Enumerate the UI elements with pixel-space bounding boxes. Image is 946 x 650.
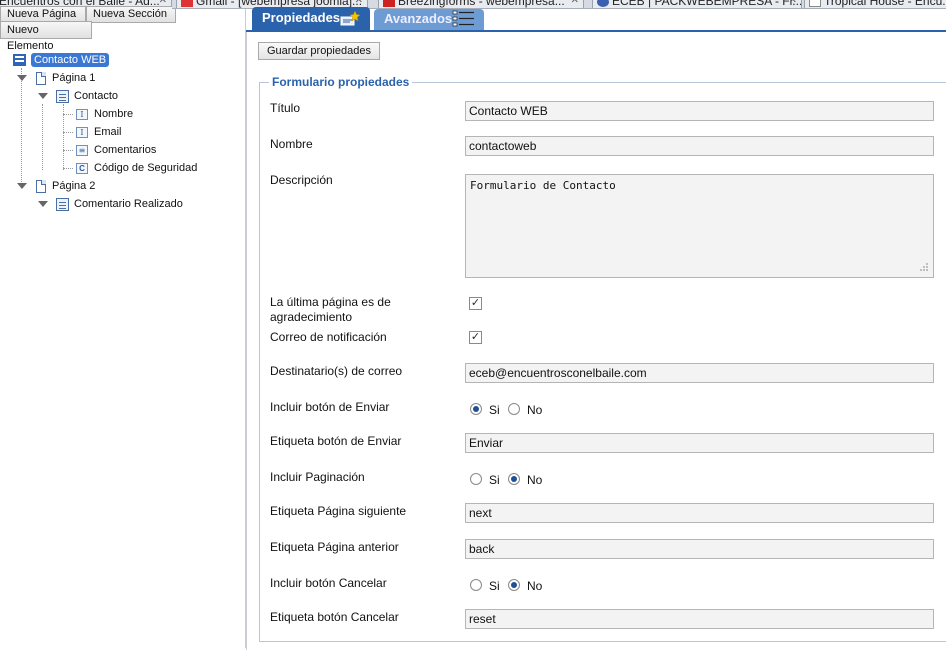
advanced-list-icon [452,10,474,27]
tree-node-label: Nombre [94,108,134,120]
recipients-label: Destinatario(s) de correo [270,364,403,378]
collapse-arrow-icon[interactable] [17,183,27,189]
tree-connector [63,168,73,169]
cancel-label-input[interactable] [465,609,934,629]
next-label-label: Etiqueta Página siguiente [270,504,407,518]
textarea-field-icon: ≡ [76,144,88,156]
gmail-icon [181,0,193,7]
tree-connector [21,68,22,188]
last-page-thanks-checkbox[interactable]: ✓ [469,297,482,310]
collapse-arrow-icon[interactable] [38,201,48,207]
notify-email-checkbox[interactable]: ✓ [469,331,482,344]
tree-connector [42,104,43,170]
description-label: Descripción [270,173,333,187]
include-cancel-label: Incluir botón Cancelar [270,576,387,590]
include-pagination-label: Incluir Paginación [270,470,365,484]
radio-si-label: Si [489,579,500,593]
send-label-label: Etiqueta botón de Enviar [270,434,402,448]
page-icon [809,0,821,7]
title-input[interactable] [465,101,934,121]
next-label-input[interactable] [465,503,934,523]
properties-panel: Guardar propiedades Formulario propiedad… [246,30,946,650]
site-icon [597,0,609,7]
section-icon [56,197,69,211]
tree-node-label: Contacto WEB [31,53,110,67]
tree-node-label: Página 1 [52,72,96,84]
name-label: Nombre [270,137,313,151]
tree-node-field[interactable]: I Nombre [76,105,133,123]
fieldset-legend: Formulario propiedades [269,75,413,89]
radio-si-label: Si [489,403,500,417]
browser-tab-label: Breezingforms - webempresa... [398,0,565,8]
description-textarea[interactable]: Formulario de Contacto [465,174,934,278]
include-send-si-radio[interactable] [470,403,482,415]
tree-connector [63,114,73,115]
properties-star-icon [340,11,360,26]
collapse-arrow-icon[interactable] [17,75,27,81]
browser-tab-label: ECEB | PACKWEBEMPRESA - Fi... [612,0,802,8]
tree-node-field[interactable]: ≡ Comentarios [76,141,156,159]
browser-tab[interactable]: ECEB | PACKWEBEMPRESA - Fi... ✕ [592,0,802,8]
radio-si-label: Si [489,473,500,487]
tree-node-field[interactable]: I Email [76,123,122,141]
tree-connector [63,150,73,151]
new-section-button[interactable]: Nueva Sección [86,6,176,23]
include-cancel-no-radio[interactable] [508,579,520,591]
tree-node-label: Contacto [74,90,119,102]
name-input[interactable] [465,136,934,156]
tree-node-label: Comentarios [94,144,157,156]
tree-node-root[interactable]: Contacto WEB [12,51,110,69]
page-icon [36,179,46,193]
radio-no-label: No [527,579,543,593]
browser-tab-label: Tropical House - Encu... [824,0,946,8]
tab-label: Propiedades [262,10,341,25]
send-label-input[interactable] [465,433,934,453]
tree-node-section[interactable]: Contacto [56,87,118,105]
prev-label-input[interactable] [465,539,934,559]
close-icon[interactable]: ✕ [571,0,579,8]
tree-node-section[interactable]: Comentario Realizado [56,195,183,213]
notify-email-label: Correo de notificación [270,330,387,344]
cancel-label-label: Etiqueta botón Cancelar [270,610,399,624]
form-root-icon [12,53,27,67]
page-icon [36,71,46,85]
text-field-icon: I [76,108,88,120]
radio-no-label: No [527,473,543,487]
include-pagination-si-radio[interactable] [470,473,482,485]
tree-node-label: Página 2 [52,180,96,192]
section-icon [56,89,69,103]
new-element-button[interactable]: Nuevo Elemento [0,21,92,52]
close-icon[interactable]: ✕ [789,0,797,8]
breezingforms-icon [383,0,395,7]
tree-node-page[interactable]: Página 1 [36,69,95,87]
tree-node-label: Código de Seguridad [94,162,198,174]
browser-tab[interactable]: Tropical House - Encu... [804,0,946,8]
form-structure-panel: Encuentros con el Baile - Ad... ✕ Nueva P… [0,0,946,648]
tree-connector [63,132,73,133]
resize-grip-icon[interactable] [919,262,929,272]
include-pagination-no-radio[interactable] [508,473,520,485]
include-send-no-radio[interactable] [508,403,520,415]
tab-label: Avanzados [384,11,453,26]
tree-node-field[interactable]: C Código de Seguridad [76,159,197,177]
tab-properties[interactable]: Propiedades [252,7,370,31]
include-cancel-si-radio[interactable] [470,579,482,591]
tree-node-label: Email [94,126,122,138]
browser-tab[interactable]: Breezingforms - webempresa... ✕ [378,0,584,8]
title-label: Título [270,101,301,115]
prev-label-label: Etiqueta Página anterior [270,540,399,554]
include-send-label: Incluir botón de Enviar [270,400,390,414]
recipients-input[interactable] [465,363,934,383]
radio-no-label: No [527,403,543,417]
last-page-thanks-label: La última página es de agradecimiento [270,295,391,324]
captcha-field-icon: C [76,162,88,174]
save-properties-button[interactable]: Guardar propiedades [258,42,380,60]
tree-node-page[interactable]: Página 2 [36,177,95,195]
text-field-icon: I [76,126,88,138]
collapse-arrow-icon[interactable] [38,93,48,99]
tree-node-label: Comentario Realizado [74,198,183,210]
tab-advanced[interactable]: Avanzados [374,9,484,30]
